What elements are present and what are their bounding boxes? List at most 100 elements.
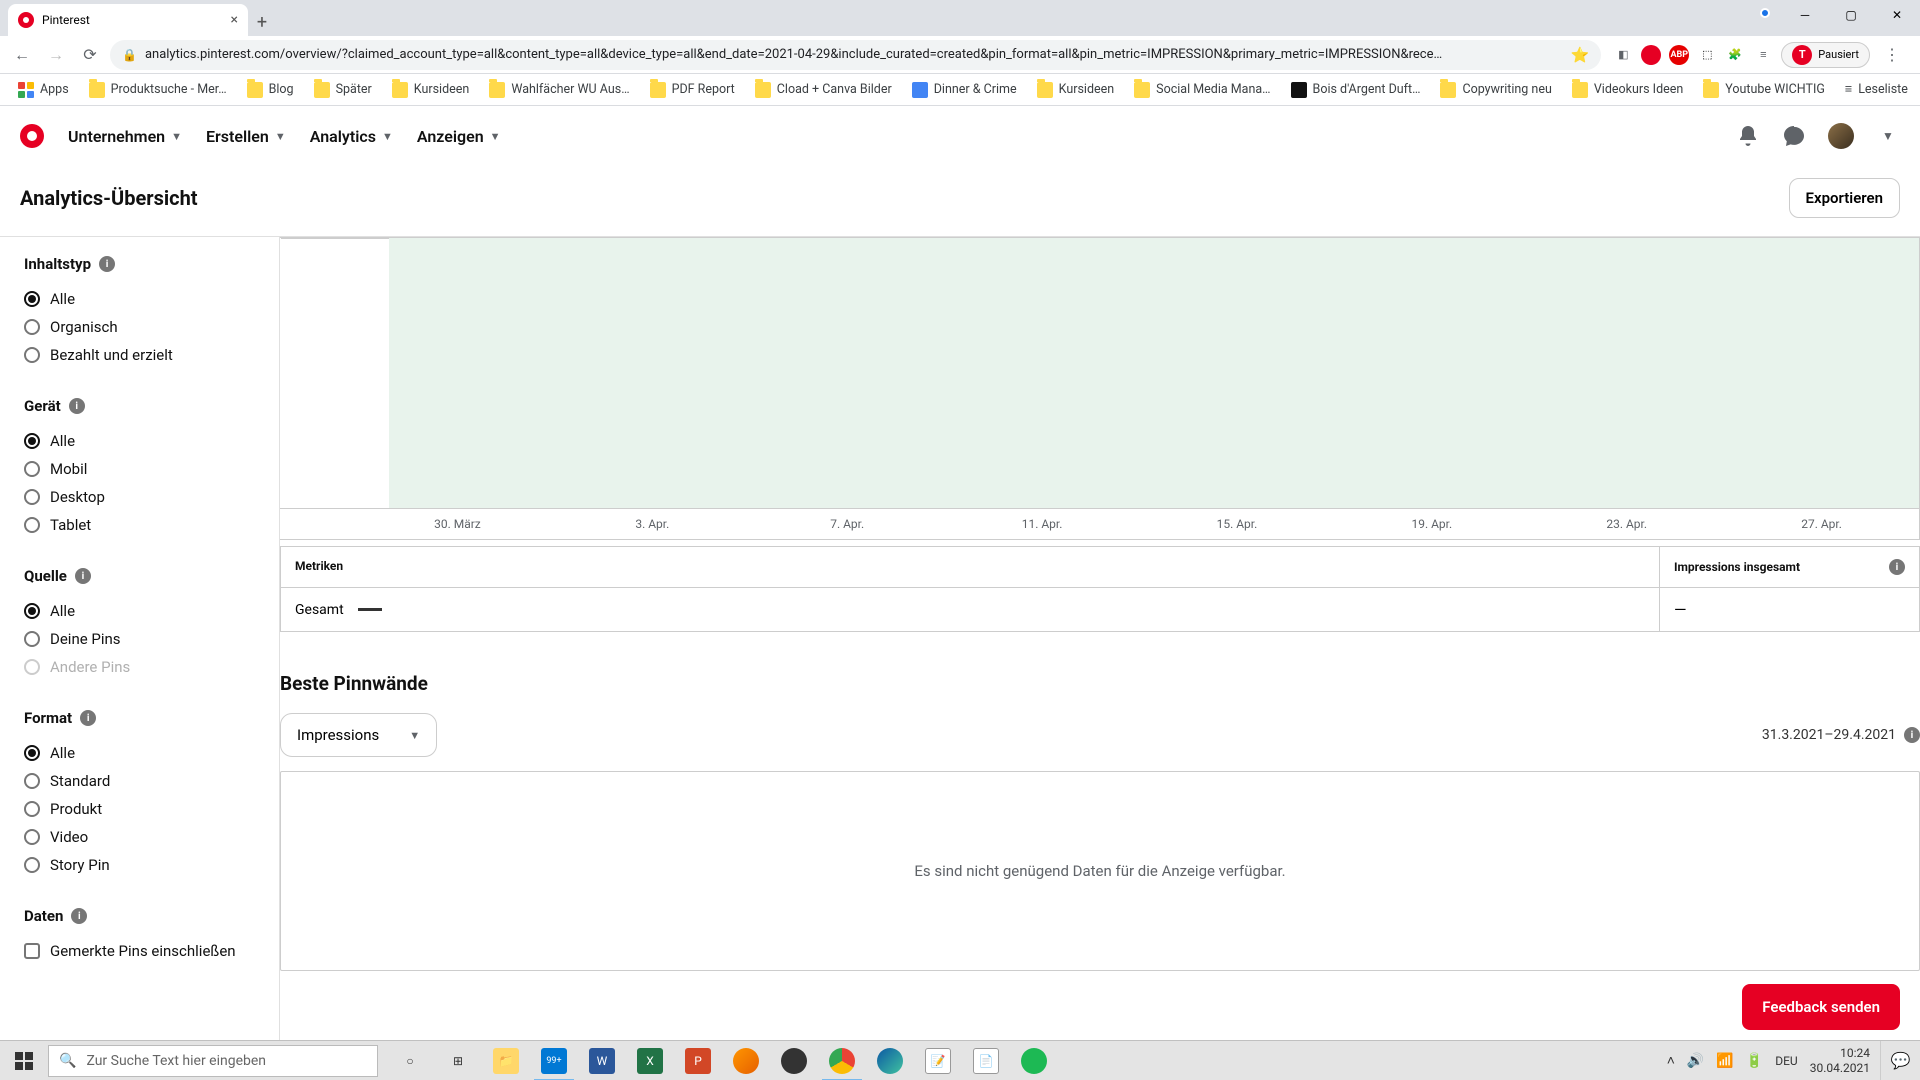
extensions-menu-icon[interactable]: 🧩	[1725, 45, 1745, 65]
bookmark-item[interactable]: Cload + Canva Bilder	[747, 78, 900, 102]
nav-erstellen[interactable]: Erstellen▼	[206, 127, 286, 146]
nav-unternehmen[interactable]: Unternehmen▼	[68, 127, 182, 146]
metric-select[interactable]: Impressions ▼	[280, 713, 437, 757]
bookmark-item[interactable]: Bois d'Argent Duft…	[1283, 78, 1429, 102]
radio-icon	[24, 857, 40, 873]
address-bar[interactable]: 🔒 analytics.pinterest.com/overview/?clai…	[110, 40, 1601, 70]
checkbox-gemerkte-pins[interactable]: Gemerkte Pins einschließen	[24, 937, 255, 965]
bell-icon[interactable]	[1736, 124, 1760, 148]
task-view[interactable]: ⊞	[434, 1041, 482, 1080]
tray-wifi-icon[interactable]: 📶	[1716, 1053, 1733, 1069]
radio-source-alle[interactable]: Alle	[24, 597, 255, 625]
pinterest-logo-icon[interactable]	[20, 124, 44, 148]
start-button[interactable]	[0, 1041, 48, 1080]
bookmark-item[interactable]: Youtube WICHTIG	[1695, 78, 1833, 102]
bookmark-item[interactable]: Kursideen	[1029, 78, 1123, 102]
radio-content-alle[interactable]: Alle	[24, 285, 255, 313]
radio-device-desktop[interactable]: Desktop	[24, 483, 255, 511]
maximize-button[interactable]: ▢	[1828, 0, 1874, 30]
new-tab-button[interactable]: +	[248, 8, 276, 36]
notification-center-button[interactable]: 💬	[1880, 1041, 1920, 1080]
back-button[interactable]: ←	[8, 41, 36, 69]
bookmark-item[interactable]: Dinner & Crime	[904, 78, 1025, 102]
abp-ext-icon[interactable]: ABP	[1669, 45, 1689, 65]
chevron-down-icon[interactable]: ▼	[1876, 124, 1900, 148]
bookmark-item[interactable]: PDF Report	[642, 78, 743, 102]
avatar-icon: T	[1792, 45, 1812, 65]
apps-bookmark[interactable]: Apps	[10, 78, 77, 102]
lock-icon: 🔒	[122, 48, 137, 62]
info-icon[interactable]: i	[69, 398, 85, 414]
extension-icon[interactable]: ◧	[1613, 45, 1633, 65]
menu-button[interactable]: ⋮	[1878, 41, 1906, 69]
info-icon[interactable]: i	[99, 256, 115, 272]
task-chrome[interactable]	[818, 1041, 866, 1080]
info-icon[interactable]: i	[1904, 727, 1920, 743]
feedback-button[interactable]: Feedback senden	[1742, 984, 1900, 1030]
tray-battery-icon[interactable]: 🔋	[1746, 1053, 1763, 1069]
radio-source-deine[interactable]: Deine Pins	[24, 625, 255, 653]
nav-anzeigen[interactable]: Anzeigen▼	[417, 127, 501, 146]
tray-clock[interactable]: 10:24 30.04.2021	[1810, 1046, 1870, 1075]
radio-device-alle[interactable]: Alle	[24, 427, 255, 455]
close-tab-icon[interactable]: ×	[231, 12, 238, 28]
radio-content-organisch[interactable]: Organisch	[24, 313, 255, 341]
windows-taskbar: 🔍 Zur Suche Text hier eingeben ○ ⊞ 📁 99+…	[0, 1040, 1920, 1080]
windows-search[interactable]: 🔍 Zur Suche Text hier eingeben	[48, 1045, 378, 1077]
radio-device-mobil[interactable]: Mobil	[24, 455, 255, 483]
bookmark-item[interactable]: Copywriting neu	[1432, 78, 1559, 102]
radio-format-alle[interactable]: Alle	[24, 739, 255, 767]
info-icon[interactable]: i	[75, 568, 91, 584]
task-obs[interactable]	[770, 1041, 818, 1080]
chat-icon[interactable]	[1782, 124, 1806, 148]
radio-format-storypin[interactable]: Story Pin	[24, 851, 255, 879]
checkbox-icon	[24, 943, 40, 959]
radio-format-produkt[interactable]: Produkt	[24, 795, 255, 823]
task-mail[interactable]: 99+	[530, 1041, 578, 1080]
avatar[interactable]	[1828, 123, 1854, 149]
forward-button[interactable]: →	[42, 41, 70, 69]
radio-content-bezahlt[interactable]: Bezahlt und erzielt	[24, 341, 255, 369]
info-icon[interactable]: i	[71, 908, 87, 924]
task-word[interactable]: W	[578, 1041, 626, 1080]
task-powerpoint[interactable]: P	[674, 1041, 722, 1080]
translate-icon[interactable]: ⭐	[1571, 46, 1590, 64]
radio-device-tablet[interactable]: Tablet	[24, 511, 255, 539]
reload-button[interactable]: ⟳	[76, 41, 104, 69]
export-button[interactable]: Exportieren	[1789, 178, 1900, 218]
bookmark-item[interactable]: Videokurs Ideen	[1564, 78, 1691, 102]
task-cortana[interactable]: ○	[386, 1041, 434, 1080]
task-explorer[interactable]: 📁	[482, 1041, 530, 1080]
task-spotify[interactable]	[1010, 1041, 1058, 1080]
task-edge[interactable]	[866, 1041, 914, 1080]
radio-format-standard[interactable]: Standard	[24, 767, 255, 795]
info-icon[interactable]: i	[80, 710, 96, 726]
bookmark-item[interactable]: Blog	[239, 78, 302, 102]
task-notepad[interactable]: 📝	[914, 1041, 962, 1080]
task-firefox[interactable]	[722, 1041, 770, 1080]
radio-format-video[interactable]: Video	[24, 823, 255, 851]
bookmark-item[interactable]: Produktsuche - Mer…	[81, 78, 235, 102]
bookmark-item[interactable]: Social Media Mana…	[1126, 78, 1278, 102]
reading-list-icon[interactable]: ≡	[1753, 45, 1773, 65]
profile-pause-button[interactable]: T Pausiert	[1781, 42, 1870, 68]
bookmark-item[interactable]: Kursideen	[384, 78, 478, 102]
tray-lang[interactable]: DEU	[1775, 1054, 1797, 1068]
chevron-down-icon: ▼	[171, 130, 182, 143]
minimize-button[interactable]: ─	[1782, 0, 1828, 30]
task-app[interactable]: 📄	[962, 1041, 1010, 1080]
info-icon[interactable]: i	[1889, 559, 1905, 575]
bookmark-item[interactable]: Später	[306, 78, 380, 102]
nav-analytics[interactable]: Analytics▼	[310, 127, 393, 146]
filter-title-source: Quelle	[24, 567, 67, 585]
close-window-button[interactable]: ✕	[1874, 0, 1920, 30]
tray-volume-icon[interactable]: 🔊	[1687, 1053, 1704, 1069]
bookmark-item[interactable]: Wahlfächer WU Aus…	[481, 78, 637, 102]
browser-tab[interactable]: Pinterest ×	[8, 4, 248, 36]
task-excel[interactable]: X	[626, 1041, 674, 1080]
extension-icon-2[interactable]: ⬚	[1697, 45, 1717, 65]
tray-chevron-icon[interactable]: ˄	[1667, 1052, 1675, 1069]
reading-list-button[interactable]: ≡Leseliste	[1837, 78, 1916, 101]
profile-indicator-icon[interactable]	[1760, 8, 1770, 18]
pinterest-ext-icon[interactable]	[1641, 45, 1661, 65]
